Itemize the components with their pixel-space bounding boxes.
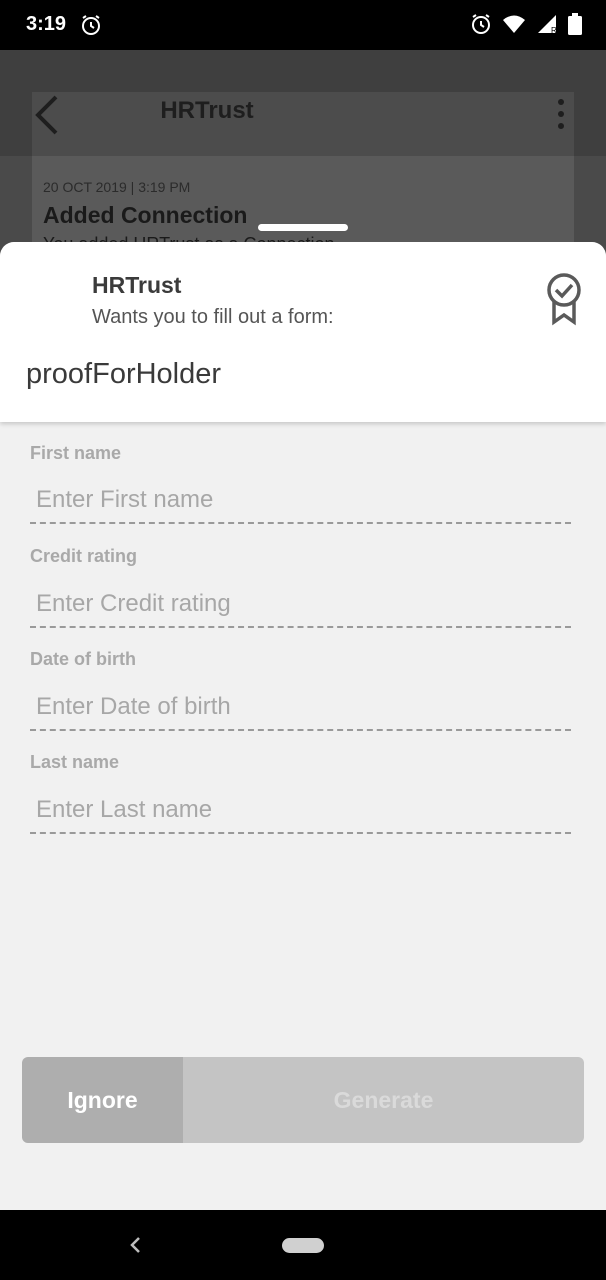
nav-back-icon[interactable] xyxy=(128,1235,142,1260)
last-name-input[interactable] xyxy=(30,788,571,834)
alarm-icon xyxy=(80,14,102,41)
date-of-birth-input[interactable] xyxy=(30,685,571,731)
ignore-button[interactable]: Ignore xyxy=(22,1057,183,1143)
credit-rating-label: Credit rating xyxy=(30,546,138,566)
action-buttons: Ignore Generate xyxy=(22,1057,584,1143)
status-icons: R xyxy=(470,13,582,40)
form-request-sheet: HRTrust Wants you to fill out a form: pr… xyxy=(0,242,606,1210)
nav-home-pill[interactable] xyxy=(282,1238,324,1253)
request-message: Wants you to fill out a form: xyxy=(92,306,334,328)
background-app-title: HRTrust xyxy=(160,97,254,124)
alarm-icon xyxy=(470,13,492,40)
more-vert-icon xyxy=(556,98,566,135)
sheet-drag-handle[interactable] xyxy=(258,224,348,231)
status-bar: 3:19 R xyxy=(0,0,606,50)
status-time: 3:19 xyxy=(26,13,67,35)
last-name-label: Last name xyxy=(30,752,120,772)
background-event-date: 20 OCT 2019 | 3:19 PM xyxy=(43,179,191,195)
credit-rating-input[interactable] xyxy=(30,582,571,628)
system-nav-bar xyxy=(0,1210,606,1280)
background-event-title: Added Connection xyxy=(43,202,248,228)
generate-button[interactable]: Generate xyxy=(183,1057,584,1143)
signal-icon: R xyxy=(536,14,558,39)
battery-icon xyxy=(568,13,582,40)
form-name: proofForHolder xyxy=(26,358,222,390)
first-name-label: First name xyxy=(30,443,122,463)
date-of-birth-label: Date of birth xyxy=(30,649,136,669)
first-name-input[interactable] xyxy=(30,478,571,524)
sheet-header: HRTrust Wants you to fill out a form: pr… xyxy=(0,242,606,422)
verified-badge-icon xyxy=(544,272,584,331)
svg-text:R: R xyxy=(551,26,557,34)
wifi-icon xyxy=(502,14,526,39)
org-name: HRTrust xyxy=(92,272,182,298)
